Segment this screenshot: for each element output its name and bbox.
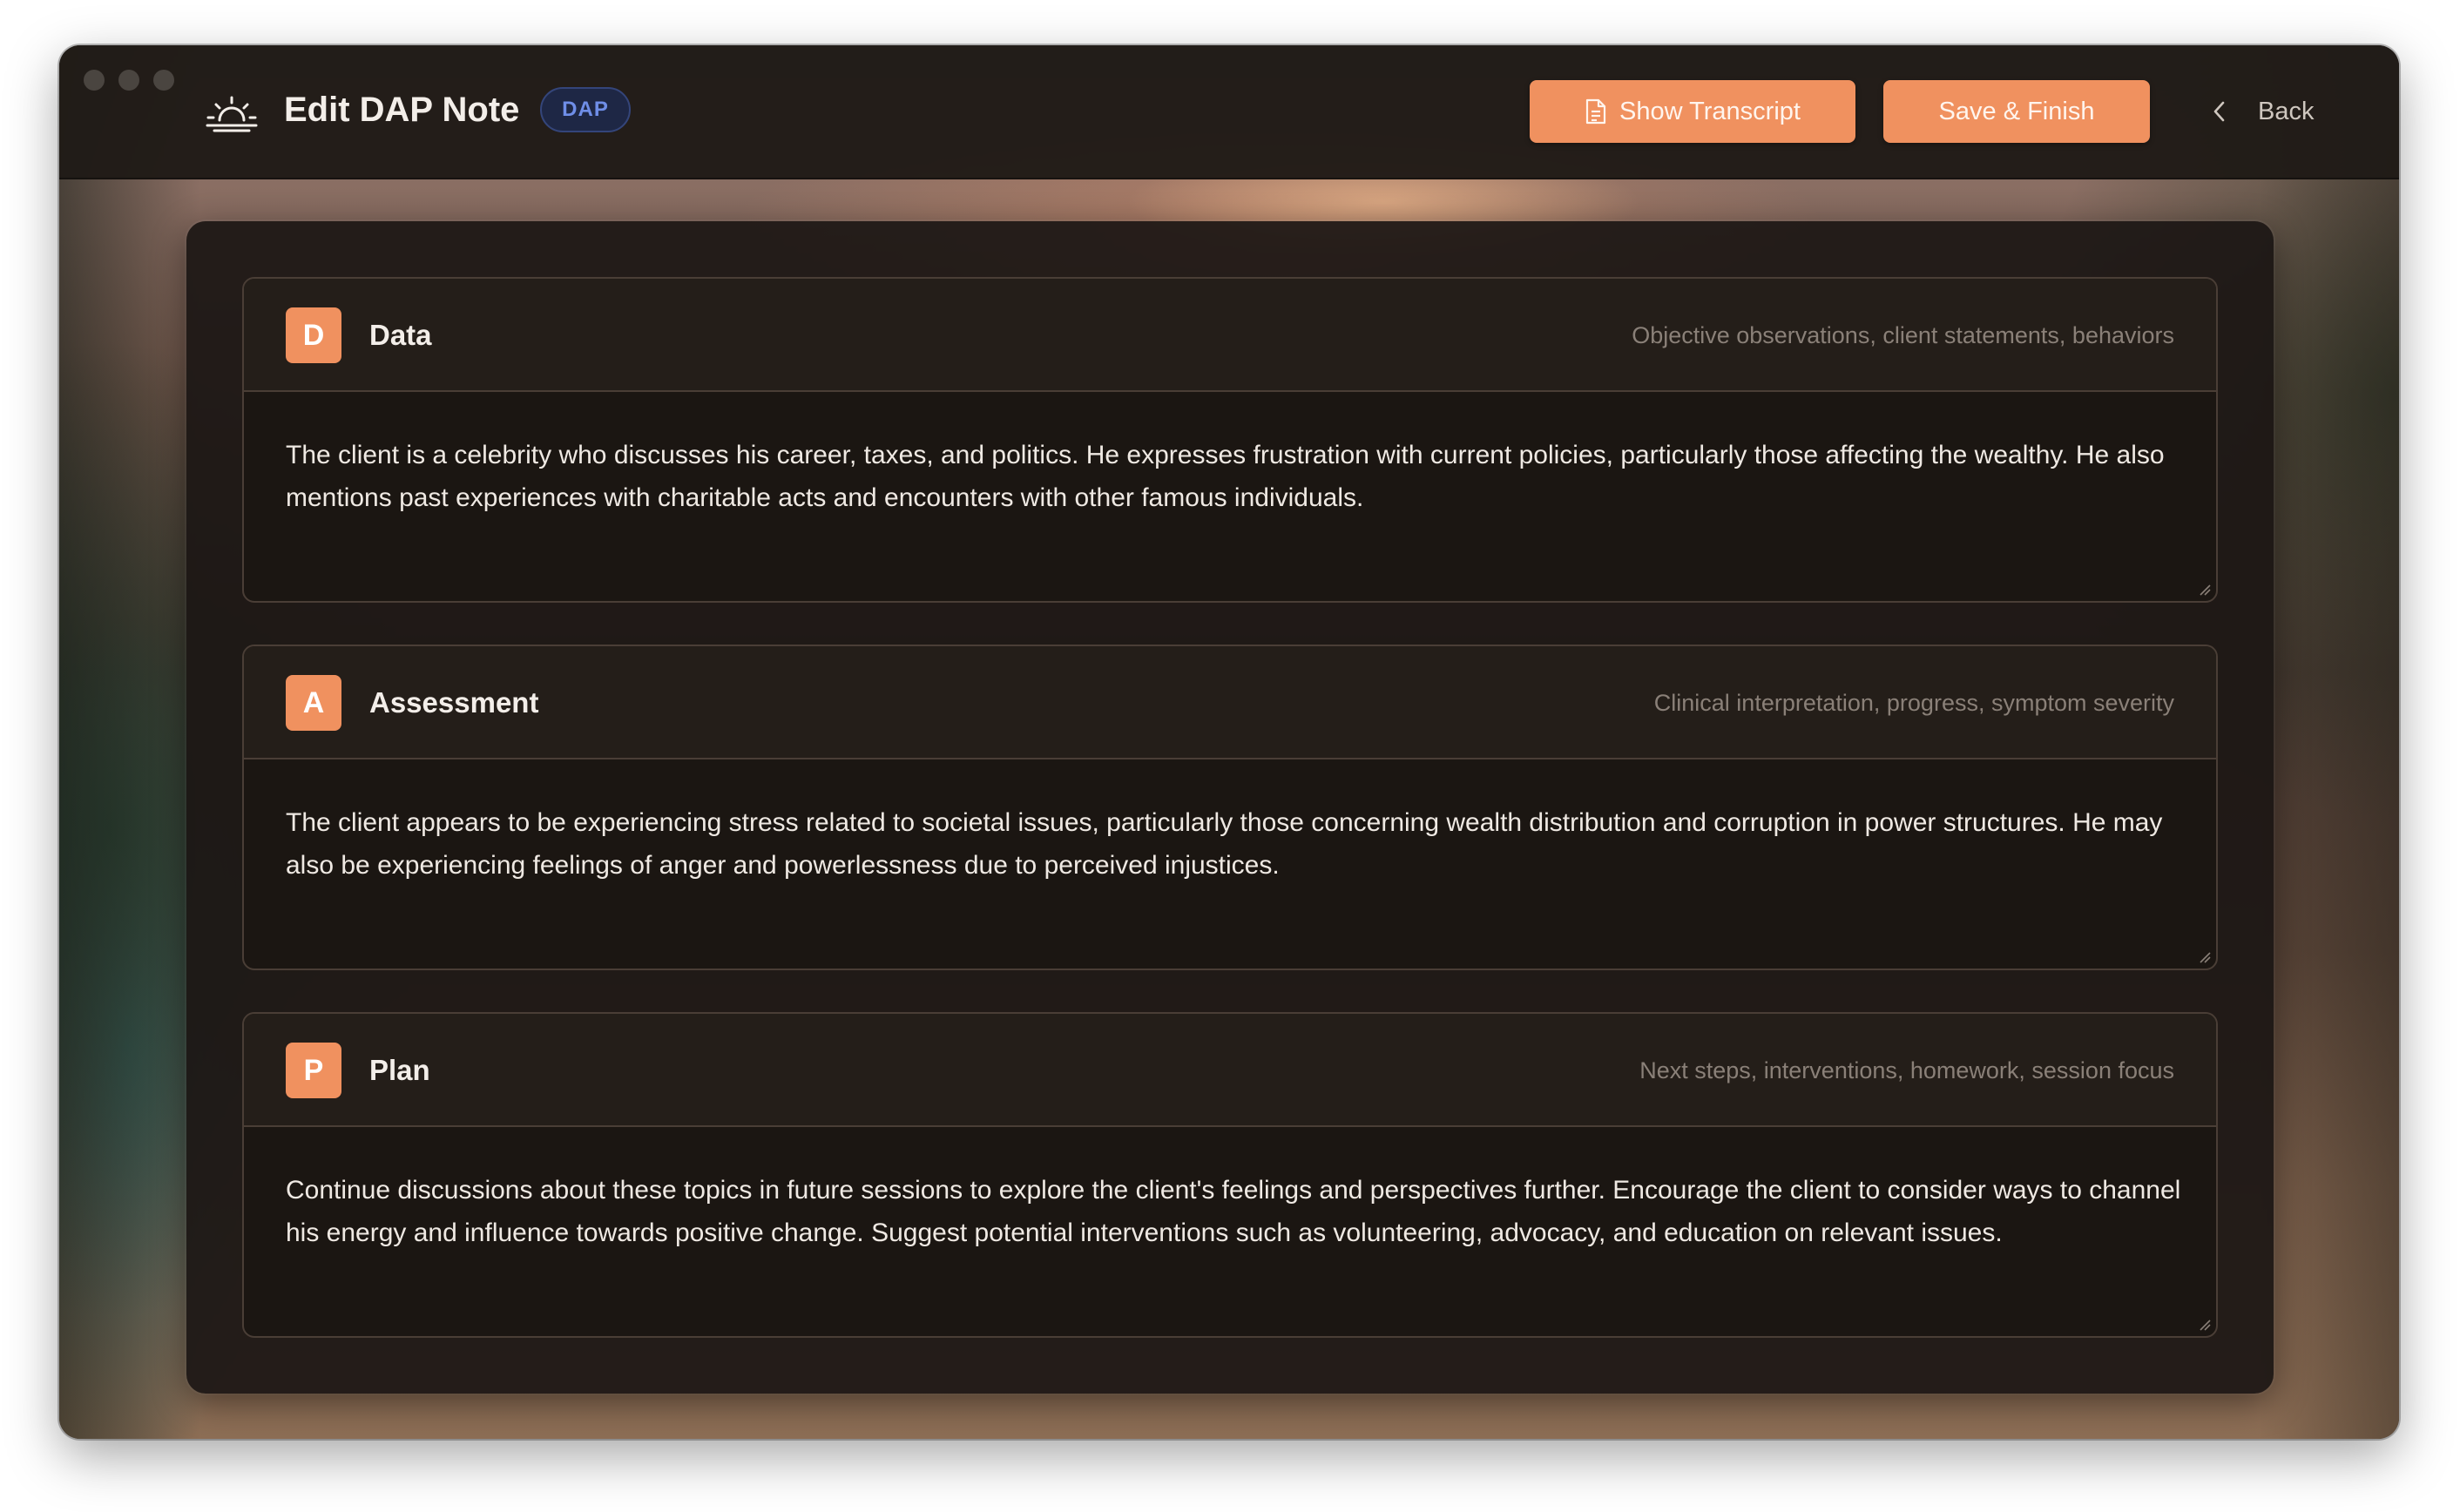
save-finish-button[interactable]: Save & Finish <box>1883 80 2150 143</box>
app-window: Edit DAP Note DAP Show Transcript Save &… <box>59 45 2399 1439</box>
data-section-title: Data <box>369 319 432 351</box>
data-section: D Data Objective observations, client st… <box>242 277 2218 603</box>
close-window-button[interactable] <box>84 70 105 91</box>
page-title: Edit DAP Note <box>284 91 520 129</box>
sunrise-icon <box>206 96 258 132</box>
show-transcript-label: Show Transcript <box>1619 97 1801 125</box>
assessment-section: A Assessment Clinical interpretation, pr… <box>242 645 2218 970</box>
assessment-section-hint: Clinical interpretation, progress, sympt… <box>1653 690 2174 716</box>
data-textarea[interactable]: The client is a celebrity who discusses … <box>286 434 2185 519</box>
minimize-window-button[interactable] <box>118 70 139 91</box>
document-icon <box>1585 98 1606 125</box>
plan-section-title: Plan <box>369 1054 430 1086</box>
title-bar: Edit DAP Note DAP Show Transcript Save &… <box>59 45 2399 179</box>
plan-section-header: P Plan Next steps, interventions, homewo… <box>244 1014 2216 1127</box>
chevron-left-icon <box>2213 101 2225 122</box>
data-section-header: D Data Objective observations, client st… <box>244 279 2216 392</box>
plan-section: P Plan Next steps, interventions, homewo… <box>242 1012 2218 1338</box>
plan-textarea[interactable]: Continue discussions about these topics … <box>286 1169 2185 1254</box>
save-finish-label: Save & Finish <box>1938 97 2095 125</box>
zoom-window-button[interactable] <box>153 70 174 91</box>
assessment-section-header: A Assessment Clinical interpretation, pr… <box>244 646 2216 759</box>
note-type-badge: DAP <box>540 87 631 132</box>
data-section-hint: Objective observations, client statement… <box>1632 322 2174 348</box>
resize-handle-icon[interactable] <box>2199 584 2211 596</box>
show-transcript-button[interactable]: Show Transcript <box>1530 80 1855 143</box>
assessment-section-title: Assessment <box>369 686 539 719</box>
back-label: Back <box>2258 97 2315 125</box>
assessment-textarea[interactable]: The client appears to be experiencing st… <box>286 801 2185 887</box>
plan-letter-badge: P <box>286 1043 341 1098</box>
plan-section-hint: Next steps, interventions, homework, ses… <box>1639 1057 2174 1083</box>
note-editor-panel: D Data Objective observations, client st… <box>186 221 2274 1394</box>
data-letter-badge: D <box>286 307 341 363</box>
resize-handle-icon[interactable] <box>2199 951 2211 963</box>
assessment-letter-badge: A <box>286 675 341 731</box>
resize-handle-icon[interactable] <box>2199 1319 2211 1331</box>
back-button[interactable]: Back <box>2211 80 2314 143</box>
